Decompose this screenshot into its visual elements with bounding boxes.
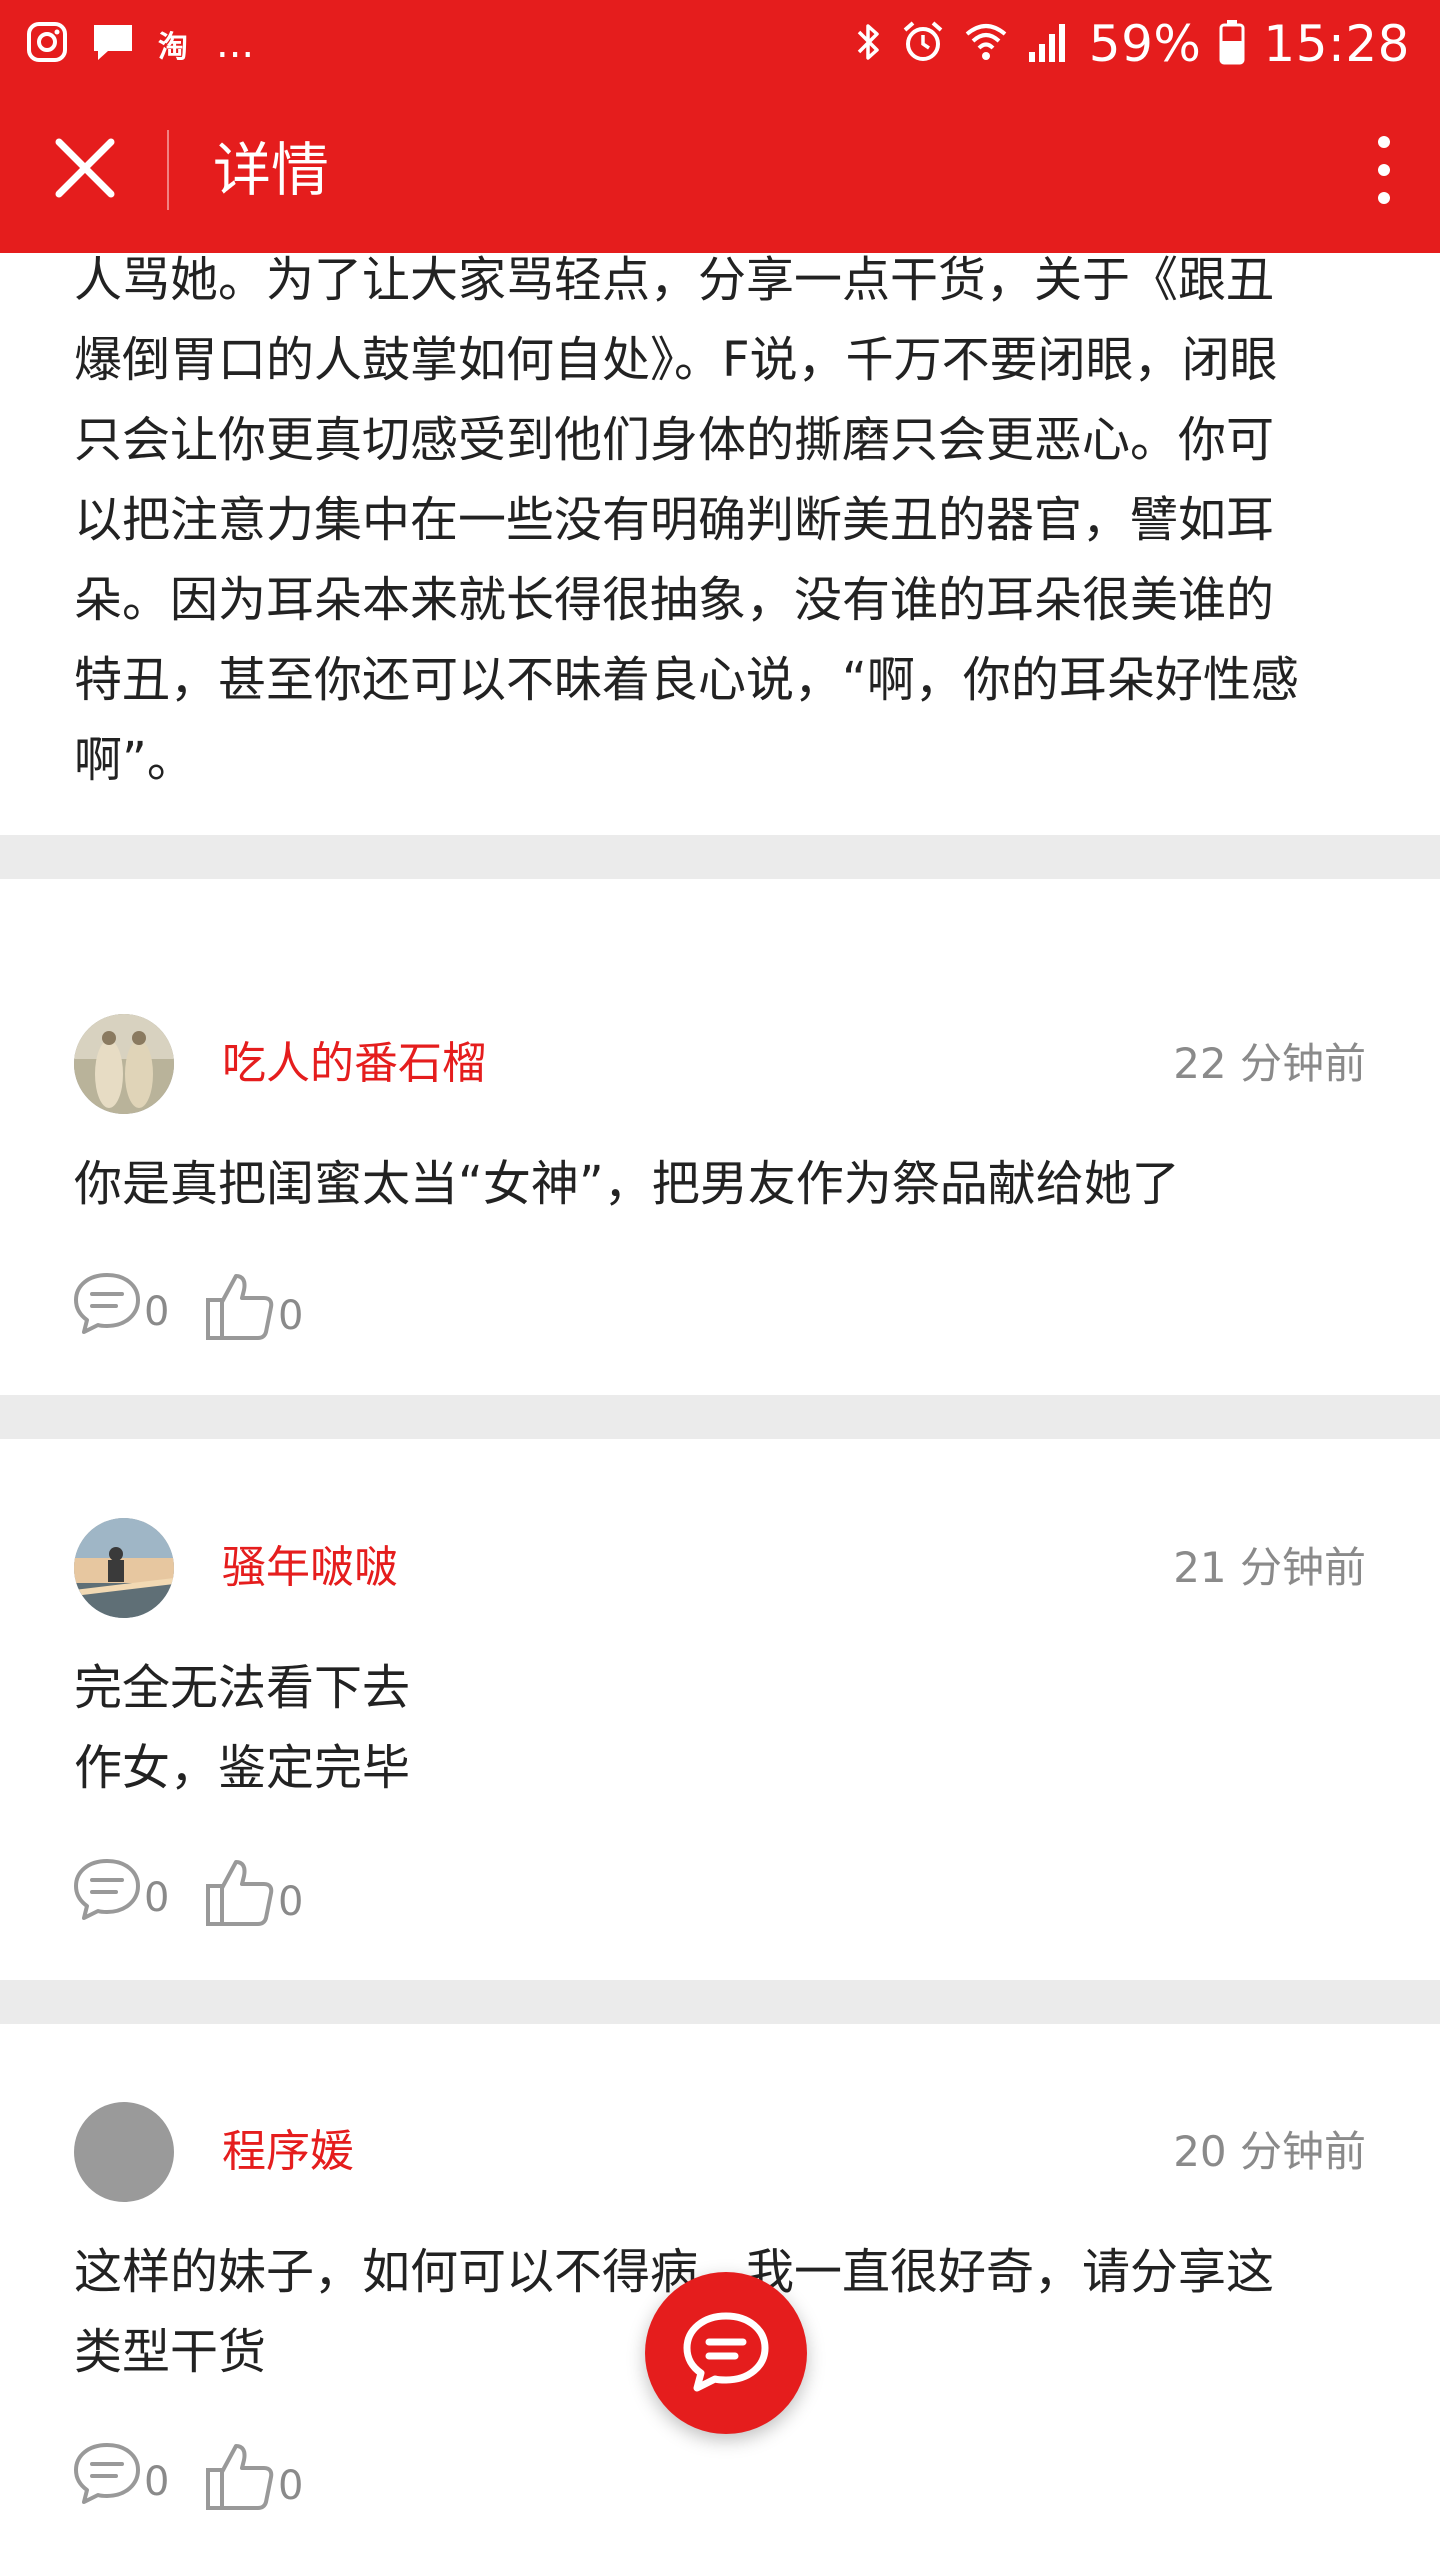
reply-button[interactable]: 0 <box>72 2428 169 2508</box>
status-bar-right: 59% 15:28 <box>853 14 1410 74</box>
article-line: 爆倒胃口的人鼓掌如何自处》。F说，千万不要闭眼，闭眼 <box>74 332 1278 388</box>
thumbs-up-icon <box>206 1860 274 1926</box>
comment-line: 你是真把闺蜜太当“女神”，把男友作为祭品献给她了 <box>74 1156 1180 1212</box>
close-button[interactable] <box>45 128 125 208</box>
comment-time: 21 分钟前 <box>1173 1543 1366 1592</box>
like-count: 0 <box>278 2463 304 2509</box>
more-options-button[interactable] <box>1354 128 1414 213</box>
article-line: 啊”。 <box>74 732 195 788</box>
avatar[interactable] <box>74 1518 174 1618</box>
status-bar: 淘 ... 59% 15:28 <box>0 0 1440 88</box>
article-line: 特丑，甚至你还可以不昧着良心说，“啊，你的耳朵好性感 <box>74 652 1299 708</box>
close-icon <box>55 138 115 198</box>
wifi-icon <box>963 20 1009 68</box>
comment-username[interactable]: 程序媛 <box>222 2102 354 2202</box>
message-icon <box>90 21 136 67</box>
reply-button[interactable]: 0 <box>72 1844 169 1924</box>
comment-time: 20 分钟前 <box>1173 2127 1366 2176</box>
reply-button[interactable]: 0 <box>72 1258 169 1338</box>
reply-count: 0 <box>144 1875 170 1921</box>
signal-icon <box>1027 20 1071 68</box>
comment-username[interactable]: 骚年啵啵 <box>222 1518 398 1618</box>
thumbs-up-icon <box>206 1274 274 1340</box>
like-button[interactable]: 0 <box>204 1848 303 1928</box>
status-bar-left: 淘 ... <box>26 14 254 74</box>
comment-text: 你是真把闺蜜太当“女神”，把男友作为祭品献给她了 <box>74 1144 1374 1224</box>
reply-count: 0 <box>144 1289 170 1335</box>
thumbs-up-icon <box>206 2444 274 2510</box>
article-line: 以把注意力集中在一些没有明确判断美丑的器官，譬如耳 <box>74 492 1275 548</box>
more-notifications-indicator: ... <box>216 21 255 67</box>
alarm-icon <box>901 20 945 68</box>
reply-icon <box>74 1273 140 1334</box>
avatar[interactable] <box>74 2102 174 2202</box>
comment-username[interactable]: 吃人的番石榴 <box>222 1014 486 1114</box>
comment-fab-button[interactable] <box>645 2272 807 2434</box>
battery-percent: 59% <box>1088 15 1202 73</box>
app-bar-divider <box>167 130 169 210</box>
clock: 15:28 <box>1263 15 1410 73</box>
reply-icon <box>74 2443 140 2504</box>
comment-icon <box>683 2312 769 2392</box>
section-separator <box>0 1980 1440 2024</box>
like-button[interactable]: 0 <box>204 2432 303 2512</box>
article-line: 朵。因为耳朵本来就长得很抽象，没有谁的耳朵很美谁的 <box>74 572 1275 628</box>
page-title: 详情 <box>213 136 330 204</box>
comment-text: 完全无法看下去 作女，鉴定完毕 <box>74 1648 1374 1808</box>
battery-icon <box>1219 19 1245 69</box>
reply-icon <box>74 1859 140 1920</box>
article-line: 只会让你更真切感受到他们身体的撕磨只会更恶心。你可 <box>74 412 1275 468</box>
comment-line: 完全无法看下去 <box>74 1660 411 1716</box>
comment-line: 作女，鉴定完毕 <box>74 1740 411 1796</box>
comment-time: 22 分钟前 <box>1173 1039 1366 1088</box>
app-bar: 详情 <box>0 88 1440 253</box>
more-vertical-icon <box>1378 136 1390 204</box>
instagram-icon <box>26 21 68 67</box>
bluetooth-icon <box>853 20 883 68</box>
section-separator <box>0 1395 1440 1439</box>
section-separator <box>0 835 1440 879</box>
article-line: 人骂她。为了让大家骂轻点，分享一点干货，关于《跟丑 <box>74 252 1275 308</box>
article-text: 人骂她。为了让大家骂轻点，分享一点干货，关于《跟丑 爆倒胃口的人鼓掌如何自处》。… <box>74 240 1374 800</box>
avatar[interactable] <box>74 1014 174 1114</box>
like-count: 0 <box>278 1293 304 1339</box>
reply-count: 0 <box>144 2459 170 2505</box>
like-count: 0 <box>278 1879 304 1925</box>
like-button[interactable]: 0 <box>204 1262 303 1342</box>
taobao-icon: 淘 <box>158 30 188 65</box>
